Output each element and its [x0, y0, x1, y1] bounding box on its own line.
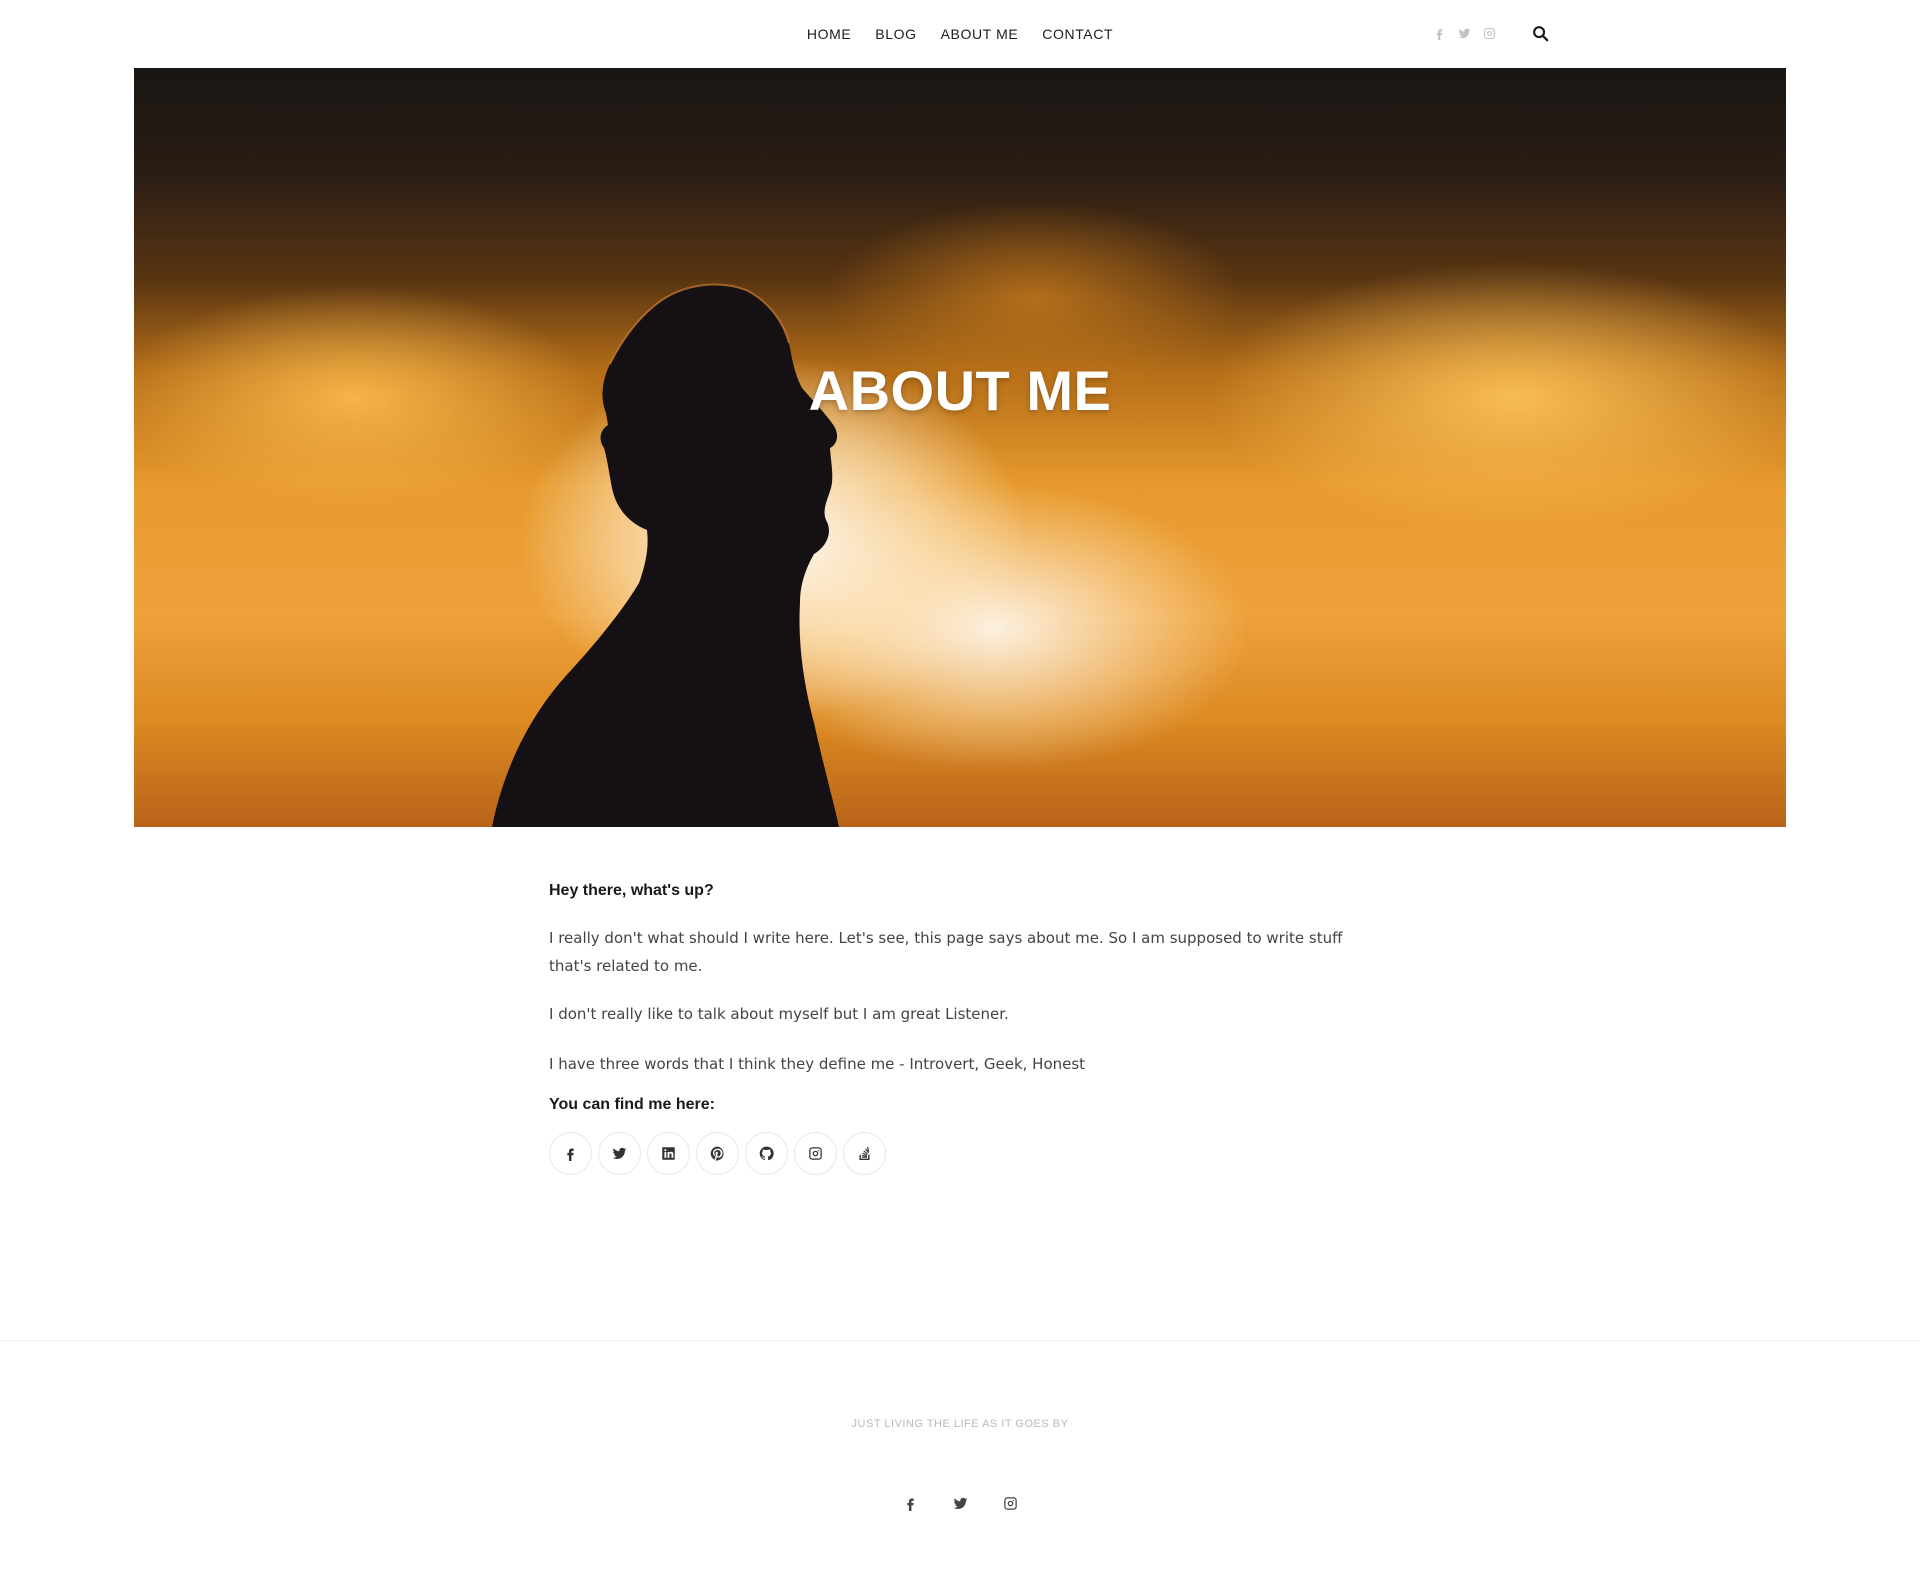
search-icon — [1532, 25, 1548, 41]
nav-home[interactable]: HOME — [807, 26, 851, 42]
instagram-icon — [809, 1147, 822, 1160]
about-content: Hey there, what's up? I really don't wha… — [549, 882, 1369, 1175]
linkedin-link[interactable] — [647, 1132, 690, 1175]
stackoverflow-icon — [859, 1146, 870, 1160]
site-header: HOME BLOG ABOUT ME CONTACT — [0, 0, 1920, 68]
nav-contact[interactable]: CONTACT — [1042, 26, 1113, 42]
main-nav: HOME BLOG ABOUT ME CONTACT — [0, 0, 1920, 68]
facebook-icon — [567, 1148, 574, 1161]
hero-banner: ABOUT ME — [134, 68, 1786, 827]
page-title: ABOUT ME — [808, 359, 1112, 422]
footer-divider — [0, 1340, 1920, 1341]
about-paragraph: I really don't what should I write here.… — [549, 929, 1343, 975]
nav-blog[interactable]: BLOG — [875, 26, 916, 42]
twitter-icon[interactable] — [1457, 24, 1472, 42]
facebook-icon[interactable] — [1432, 24, 1447, 42]
social-links — [549, 1132, 1369, 1175]
nav-about-me[interactable]: ABOUT ME — [941, 26, 1019, 42]
about-paragraph: I don't really like to talk about myself… — [549, 1005, 1009, 1023]
stackoverflow-link[interactable] — [843, 1132, 886, 1175]
footer-tagline: JUST LIVING THE LIFE AS IT GOES BY — [851, 1418, 1069, 1430]
instagram-icon[interactable] — [1002, 1494, 1018, 1512]
pinterest-link[interactable] — [696, 1132, 739, 1175]
footer-social-links — [0, 1494, 1920, 1512]
twitter-icon — [612, 1147, 627, 1159]
intro-heading: Hey there, what's up? — [549, 882, 714, 899]
search-button[interactable] — [1530, 23, 1550, 43]
facebook-link[interactable] — [549, 1132, 592, 1175]
about-paragraph: I have three words that I think they def… — [549, 1055, 1086, 1073]
instagram-link[interactable] — [794, 1132, 837, 1175]
facebook-icon[interactable] — [902, 1494, 918, 1512]
find-me-heading: You can find me here: — [549, 1096, 715, 1113]
twitter-icon[interactable] — [952, 1494, 968, 1512]
linkedin-icon — [662, 1147, 675, 1160]
hero-silhouette-image — [492, 283, 839, 827]
twitter-link[interactable] — [598, 1132, 641, 1175]
github-link[interactable] — [745, 1132, 788, 1175]
header-social-links — [1432, 24, 1497, 42]
github-icon — [759, 1146, 774, 1161]
pinterest-icon — [710, 1146, 724, 1161]
instagram-icon[interactable] — [1482, 24, 1497, 42]
